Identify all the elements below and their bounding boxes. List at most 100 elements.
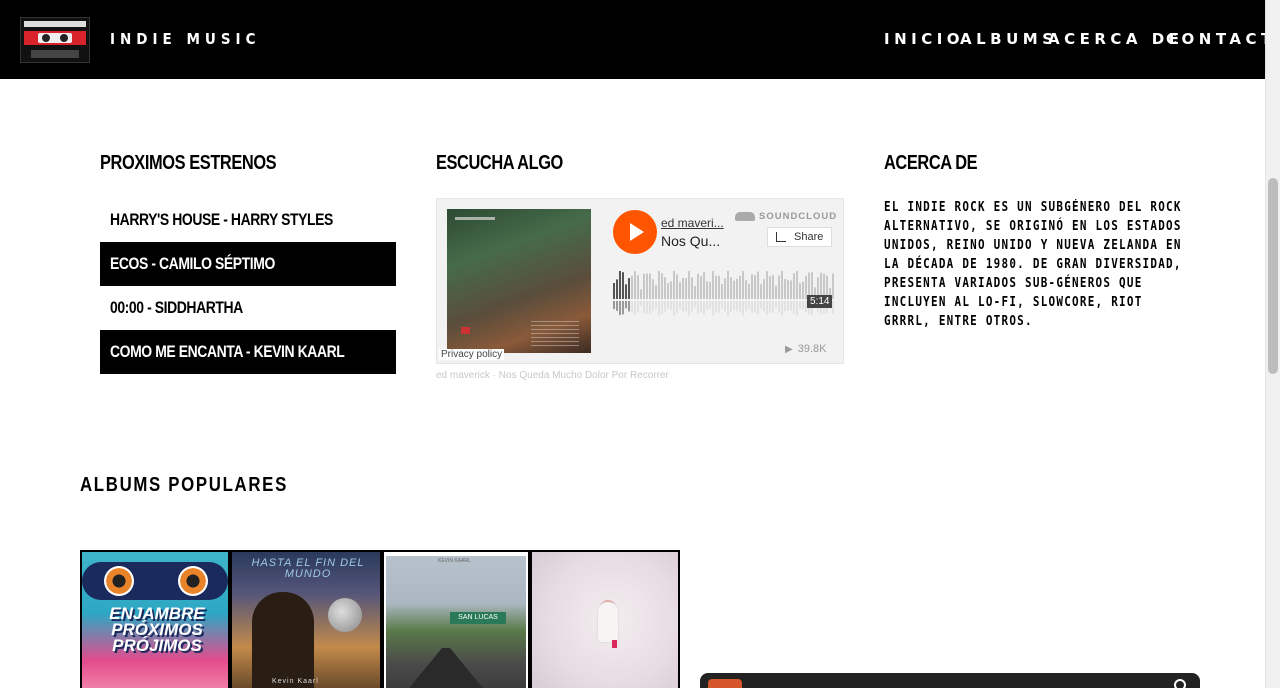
waveform-reflection [688,301,690,316]
release-item[interactable]: COMO ME ENCANTA - KEVIN KAARL [100,330,396,374]
waveform-bar [676,274,678,299]
privacy-policy-link[interactable]: Privacy policy [439,349,505,360]
waveform-bar [778,275,780,299]
waveform-bar [739,275,741,299]
album-cover-enjambre[interactable]: ENJAMBRE PRÓXIMOS PRÓJIMOS [80,550,230,688]
waveform-bar [748,283,750,299]
waveform-bar [628,278,630,299]
waveform-reflection [673,301,675,316]
waveform-reflection [715,301,717,313]
waveform-bar [727,271,729,299]
waveform-bar [664,277,666,299]
waveform-bar [754,275,756,299]
waveform-reflection [790,301,792,311]
nav-albums[interactable]: ALBUMS [960,30,1058,48]
album-cover-san-lucas[interactable]: KEVIN KAARL SAN LUCAS [382,550,530,688]
waveform-reflection [679,301,681,310]
brand-title[interactable]: INDIE MUSIC [110,30,260,48]
waveform-bar [670,281,672,299]
artist-link[interactable]: ed maveri... [661,216,724,230]
waveform-bar [790,280,792,299]
navbar: INDIE MUSIC INICIO ALBUMS ACERCA DE CONT… [0,0,1271,79]
waveform-reflection [622,301,624,315]
waveform-reflection [700,301,702,313]
about-heading: ACERCA DE [884,152,978,174]
release-label: ECOS - CAMILO SÉPTIMO [110,254,275,273]
page-scrollbar[interactable] [1265,0,1280,688]
waveform-reflection [646,301,648,314]
track-artwork[interactable] [447,209,591,353]
share-button[interactable]: Share [767,227,832,247]
waveform-bar [742,271,744,299]
waveform-bar [763,279,765,299]
player-icon[interactable] [1174,679,1186,691]
soundcloud-cloud-icon [735,211,755,221]
waveform-bar [787,279,789,299]
waveform-reflection [769,301,771,313]
share-label: Share [794,231,824,243]
nav-inicio[interactable]: INICIO [884,30,964,48]
soundcloud-embed: ed maveri... Nos Qu... SOUNDCLOUD Share … [436,198,844,364]
waveform-bar [721,284,723,299]
figure-art [598,602,618,642]
couple-art [252,592,314,688]
waveform-reflection [745,301,747,311]
waveform[interactable] [613,271,835,325]
waveform-bar [715,275,717,299]
waveform-bar [685,278,687,299]
waveform-bar [658,271,660,299]
waveform-reflection [718,301,720,313]
waveform-reflection [742,301,744,316]
waveform-reflection [706,301,708,310]
nav-acerca-de[interactable]: ACERCA DE [1048,30,1183,48]
listen-heading: ESCUCHA ALGO [436,152,563,174]
waveform-reflection [736,301,738,312]
duration-badge: 5:14 [807,295,833,308]
shoe-art [612,640,617,648]
cassette-logo-icon[interactable] [20,17,90,63]
waveform-reflection [637,301,639,313]
waveform-reflection [712,301,714,316]
soundcloud-logo[interactable]: SOUNDCLOUD [735,211,837,222]
waveform-bar [781,271,783,299]
waveform-reflection [751,301,753,314]
waveform-bar [766,271,768,299]
waveform-bar [769,276,771,299]
scrollbar-thumb[interactable] [1268,178,1278,374]
waveform-bar [733,280,735,299]
waveform-bar [709,281,711,299]
waveform-bar [784,279,786,299]
album-cover-white[interactable] [530,550,680,688]
release-item[interactable]: 00:00 - SIDDHARTHA [100,286,396,330]
track-title[interactable]: Nos Qu... [661,233,720,249]
album-cover-hasta-el-fin-del-mundo[interactable]: HASTA EL FIN DEL MUNDO Kevin Kaarl [230,550,382,688]
waveform-reflection [703,301,705,315]
waveform-reflection [643,301,645,314]
play-count-icon: ▶ [785,344,793,355]
waveform-bar [796,271,798,299]
waveform-bar [694,286,696,299]
waveform-bar [616,279,618,299]
waveform-reflection [799,301,801,309]
waveform-reflection [694,301,696,308]
waveform-reflection [625,301,627,309]
waveform-bar [691,277,693,299]
floating-player-bar[interactable] [700,673,1200,691]
nav-contact[interactable]: CONTACT [1166,30,1276,48]
embed-caption[interactable]: ed maverick · Nos Queda Mucho Dolor Por … [436,370,669,381]
waveform-bar [730,277,732,299]
play-count-value: 39.8K [797,343,827,355]
soundcloud-brand: SOUNDCLOUD [759,211,838,222]
waveform-reflection [754,301,756,313]
waveform-reflection [658,301,660,316]
release-item[interactable]: HARRY'S HOUSE - HARRY STYLES [100,198,396,242]
release-item[interactable]: ECOS - CAMILO SÉPTIMO [100,242,396,286]
play-button[interactable] [613,210,657,254]
waveform-reflection [721,301,723,309]
eye-art [104,566,134,596]
album-cover-text: SAN LUCAS [450,612,506,624]
waveform-bar [673,271,675,299]
waveform-reflection [682,301,684,312]
waveform-reflection [787,301,789,311]
about-text: EL INDIE ROCK ES UN SUBGÉNERO DEL ROCK A… [884,200,1182,329]
